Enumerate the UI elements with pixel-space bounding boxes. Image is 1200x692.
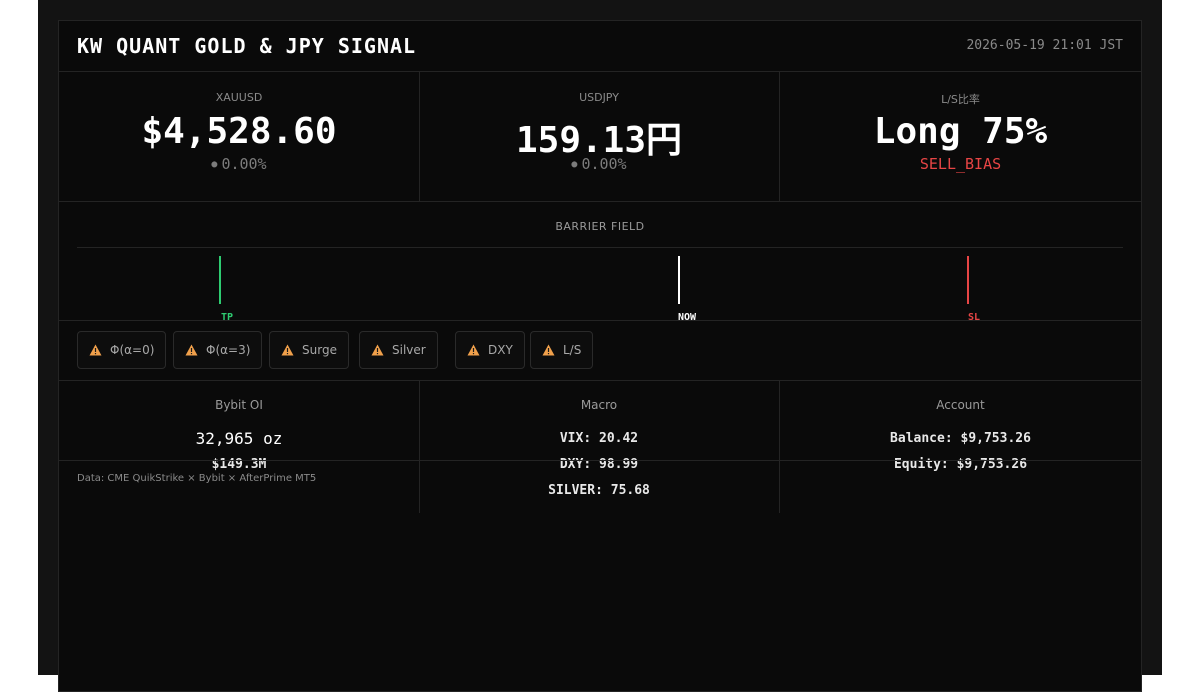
alert-label: DXY [488, 343, 513, 357]
barrier-title: BARRIER FIELD [555, 220, 645, 233]
sl-marker [967, 256, 969, 304]
alert-label: Φ(α=0) [110, 343, 155, 357]
divider [59, 460, 1141, 461]
account-card: Account Balance: $9,753.26 Equity: $9,75… [780, 381, 1141, 513]
alert-label: L/S [563, 343, 582, 357]
card-title: Macro [580, 398, 618, 412]
metric-xauusd: XAUUSD $4,528.60 ● 0.00% [59, 71, 420, 201]
bias-label: SELL_BIAS [919, 155, 1002, 173]
dot-icon: ● [211, 159, 218, 170]
metric-value: Long 75% [873, 111, 1048, 152]
macro-vix: VIX: 20.42 [559, 431, 639, 446]
account-balance: Balance: $9,753.26 [890, 431, 1031, 446]
warning-icon [542, 344, 555, 356]
warning-icon [371, 344, 384, 356]
alert-phi-3[interactable]: Φ(α=3) [173, 331, 263, 369]
dot-icon: ● [571, 159, 578, 170]
alert-phi-0[interactable]: Φ(α=0) [77, 331, 167, 369]
warning-icon [185, 344, 198, 356]
macro-card: Macro VIX: 20.42 DXY: 98.99 SILVER: 75.6… [419, 381, 780, 513]
metric-change: ● 0.00% [419, 155, 779, 173]
bybit-oi-card: Bybit OI 32,965 oz $149.3M [59, 381, 420, 513]
page-title: KW QUANT GOLD & JPY SIGNAL [77, 34, 417, 58]
details-row: Bybit OI 32,965 oz $149.3M Macro VIX: 20… [59, 381, 1141, 513]
divider [77, 247, 1123, 248]
card-title: Bybit OI [215, 398, 263, 412]
now-marker [678, 256, 680, 304]
metric-change-value: 0.00% [581, 155, 627, 173]
warning-icon [89, 344, 102, 356]
metric-label: L/S比率 [941, 93, 980, 106]
warning-icon [467, 344, 480, 356]
metrics-row: XAUUSD $4,528.60 ● 0.00% USDJPY 159.13円 ●… [59, 71, 1141, 202]
header: KW QUANT GOLD & JPY SIGNAL 2026-05-19 21… [59, 21, 1141, 72]
card-title: Account [936, 398, 985, 412]
alert-label: Surge [302, 343, 337, 357]
timestamp: 2026-05-19 21:01 JST [966, 38, 1123, 53]
data-source-footer: Data: CME QuikStrike × Bybit × AfterPrim… [77, 473, 317, 484]
alert-label: Φ(α=3) [206, 343, 251, 357]
metric-label: XAUUSD [215, 91, 263, 104]
app-frame: KW QUANT GOLD & JPY SIGNAL 2026-05-19 21… [38, 0, 1162, 692]
alert-ls[interactable]: L/S [530, 331, 594, 369]
alert-surge[interactable]: Surge [269, 331, 349, 369]
metric-value: $4,528.60 [141, 111, 337, 152]
dashboard-panel: KW QUANT GOLD & JPY SIGNAL 2026-05-19 21… [58, 20, 1142, 692]
metric-usdjpy: USDJPY 159.13円 ● 0.00% [419, 71, 780, 201]
barrier-field: BARRIER FIELD TP NOW SL [59, 202, 1141, 323]
metric-change-value: 0.00% [221, 155, 267, 173]
metric-label: USDJPY [579, 91, 619, 104]
oi-value: 32,965 oz [195, 429, 283, 448]
metric-change: ● 0.00% [59, 155, 419, 173]
macro-silver: SILVER: 75.68 [548, 483, 650, 498]
alert-label: Silver [392, 343, 426, 357]
metric-ls-ratio: L/S比率 Long 75% SELL_BIAS [780, 71, 1141, 201]
alert-dxy[interactable]: DXY [455, 331, 525, 369]
alert-silver[interactable]: Silver [359, 331, 438, 369]
tp-marker [219, 256, 221, 304]
alerts-row: Φ(α=0) Φ(α=3) Surge Silver DXY L/S [59, 321, 1141, 381]
warning-icon [281, 344, 294, 356]
